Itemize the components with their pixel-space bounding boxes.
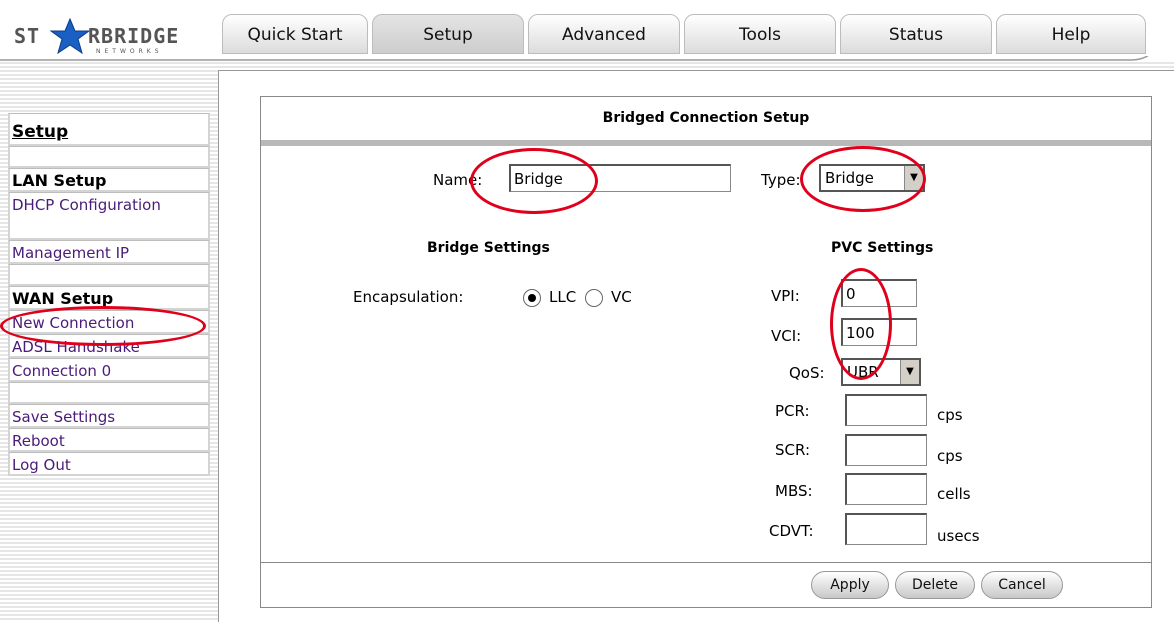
bridge-settings-heading: Bridge Settings bbox=[427, 240, 550, 256]
scr-input[interactable] bbox=[845, 434, 927, 466]
pcr-unit: cps bbox=[937, 406, 963, 424]
sidebar-spacer bbox=[8, 146, 210, 168]
vpi-input[interactable] bbox=[841, 279, 917, 307]
star-icon bbox=[50, 18, 90, 54]
cancel-button[interactable]: Cancel bbox=[981, 571, 1063, 599]
sidebar-item-wan-setup: WAN Setup bbox=[8, 286, 210, 310]
apply-button[interactable]: Apply bbox=[811, 571, 889, 599]
sidebar-item-new-connection[interactable]: New Connection bbox=[8, 310, 210, 334]
mbs-input[interactable] bbox=[845, 473, 927, 505]
sidebar-item-dhcp-configuration[interactable]: DHCP Configuration bbox=[8, 192, 210, 240]
sidebar-item-reboot[interactable]: Reboot bbox=[8, 428, 210, 452]
name-input[interactable] bbox=[509, 164, 731, 192]
tab-setup[interactable]: Setup bbox=[372, 14, 524, 54]
button-bar-divider bbox=[261, 562, 1151, 563]
type-label: Type: bbox=[761, 171, 801, 189]
sidebar-item-lan-setup: LAN Setup bbox=[8, 168, 210, 192]
sidebar-item-log-out[interactable]: Log Out bbox=[8, 452, 210, 476]
encap-llc-radio[interactable] bbox=[523, 289, 541, 307]
sidebar-title[interactable]: Setup bbox=[8, 113, 210, 146]
panel-divider bbox=[261, 140, 1151, 146]
encap-vc-label: VC bbox=[611, 288, 632, 306]
name-label: Name: bbox=[433, 171, 483, 189]
type-select[interactable]: Bridge ▼ bbox=[819, 164, 925, 192]
mbs-unit: cells bbox=[937, 485, 971, 503]
cdvt-unit: usecs bbox=[937, 527, 980, 545]
tab-advanced[interactable]: Advanced bbox=[528, 14, 680, 54]
chevron-down-icon[interactable]: ▼ bbox=[904, 166, 923, 190]
vci-input[interactable] bbox=[841, 318, 917, 346]
delete-button[interactable]: Delete bbox=[895, 571, 975, 599]
qos-label: QoS: bbox=[789, 364, 825, 382]
bridged-connection-panel: Bridged Connection Setup Name: Type: Bri… bbox=[260, 96, 1152, 608]
tab-quick-start[interactable]: Quick Start bbox=[222, 14, 368, 54]
encap-vc-radio[interactable] bbox=[585, 289, 603, 307]
qos-select[interactable]: UBR ▼ bbox=[841, 358, 921, 386]
mbs-label: MBS: bbox=[775, 482, 813, 500]
sidebar-spacer bbox=[8, 264, 210, 286]
sidebar-item-management-ip[interactable]: Management IP bbox=[8, 240, 210, 264]
encapsulation-label: Encapsulation: bbox=[353, 288, 464, 306]
sidebar: Setup LAN Setup DHCP Configuration Manag… bbox=[8, 113, 210, 476]
encap-llc-label: LLC bbox=[549, 288, 577, 306]
scr-label: SCR: bbox=[775, 441, 811, 459]
pcr-input[interactable] bbox=[845, 394, 927, 426]
chevron-down-icon[interactable]: ▼ bbox=[900, 360, 919, 384]
pcr-label: PCR: bbox=[775, 402, 810, 420]
scr-unit: cps bbox=[937, 447, 963, 465]
sidebar-item-adsl-handshake[interactable]: ADSL Handshake bbox=[8, 334, 210, 358]
cdvt-label: CDVT: bbox=[769, 522, 814, 540]
sidebar-item-connection-0[interactable]: Connection 0 bbox=[8, 358, 210, 382]
tab-tools[interactable]: Tools bbox=[684, 14, 836, 54]
pvc-settings-heading: PVC Settings bbox=[831, 240, 934, 256]
tab-status[interactable]: Status bbox=[840, 14, 992, 54]
top-nav-bar: ST RBRIDGE NETWORKS Quick Start Setup Ad… bbox=[0, 0, 1174, 62]
starbridge-logo: ST RBRIDGE NETWORKS bbox=[14, 18, 214, 55]
panel-title: Bridged Connection Setup bbox=[602, 110, 810, 126]
sidebar-spacer bbox=[8, 382, 210, 404]
cdvt-input[interactable] bbox=[845, 513, 927, 545]
sidebar-item-save-settings[interactable]: Save Settings bbox=[8, 404, 210, 428]
vpi-label: VPI: bbox=[771, 287, 800, 305]
vci-label: VCI: bbox=[771, 327, 802, 345]
tab-help[interactable]: Help bbox=[996, 14, 1146, 54]
